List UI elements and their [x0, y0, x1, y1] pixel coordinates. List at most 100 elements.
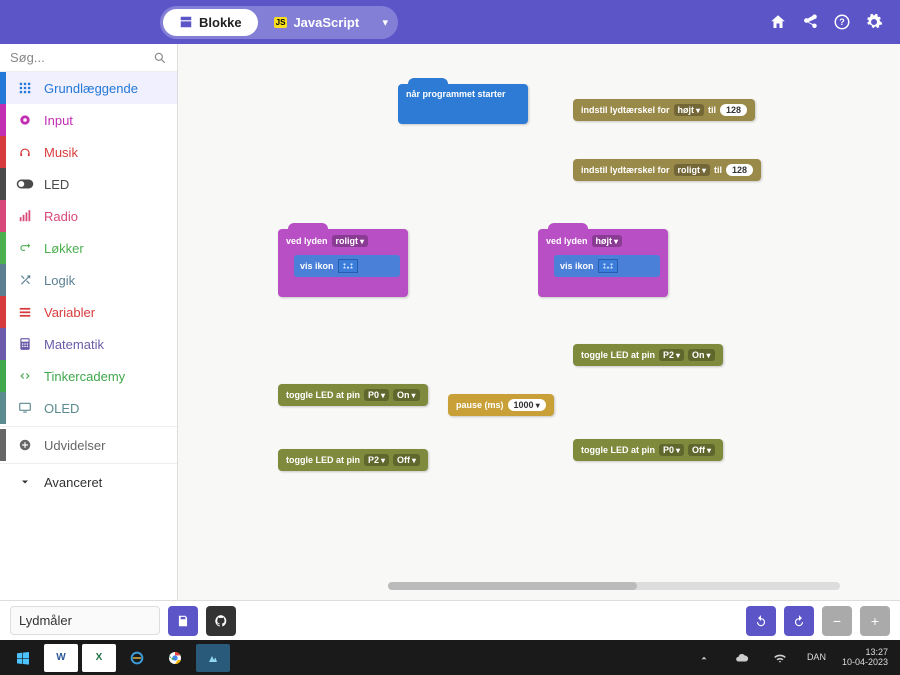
monitor-icon [16, 399, 34, 417]
state-dropdown[interactable]: On [393, 389, 420, 401]
block-pause[interactable]: pause (ms) 1000 [448, 394, 554, 416]
share-icon[interactable] [794, 6, 826, 38]
advanced-label: Avanceret [44, 475, 102, 490]
state-dropdown[interactable]: On [688, 349, 715, 361]
tray-cloud-icon[interactable] [725, 644, 759, 672]
search-placeholder: Søg... [10, 50, 153, 65]
block-set-sound-threshold-quiet[interactable]: indstil lydtærskel for roligt til 128 [573, 159, 761, 181]
category-item[interactable]: Logik [0, 264, 177, 296]
undo-button[interactable] [746, 606, 776, 636]
block-label: vis ikon [560, 261, 594, 271]
category-item[interactable]: Radio [0, 200, 177, 232]
block-label: toggle LED at pin [286, 455, 360, 465]
category-label: Løkker [44, 241, 84, 256]
pause-value-dropdown[interactable]: 1000 [508, 399, 546, 411]
start-button[interactable] [6, 644, 40, 672]
zoom-out-button[interactable]: − [822, 606, 852, 636]
tray-up-icon[interactable] [687, 644, 721, 672]
category-item[interactable]: Grundlæggende [0, 72, 177, 104]
lines-icon [16, 303, 34, 321]
workspace-scrollbar[interactable] [388, 582, 840, 590]
settings-icon[interactable] [858, 6, 890, 38]
taskbar-excel-icon[interactable]: X [82, 644, 116, 672]
blocks-view-button[interactable]: Blokke [163, 9, 258, 36]
category-item[interactable]: Input [0, 104, 177, 136]
block-label: vis ikon [300, 261, 334, 271]
javascript-view-button[interactable]: JS JavaScript [258, 9, 376, 36]
search-icon [153, 51, 167, 65]
category-item[interactable]: Musik [0, 136, 177, 168]
icon-dropdown[interactable] [598, 259, 618, 273]
tray-language[interactable]: DAN [801, 653, 832, 663]
category-item[interactable]: Tinkercademy [0, 360, 177, 392]
github-button[interactable] [206, 606, 236, 636]
search-input[interactable]: Søg... [0, 44, 177, 72]
js-icon: JS [274, 17, 288, 28]
taskbar-chrome-icon[interactable] [158, 644, 192, 672]
pin-dropdown[interactable]: P0 [364, 389, 389, 401]
block-label: ved lyden [286, 236, 328, 246]
icon-dropdown[interactable] [338, 259, 358, 273]
category-item[interactable]: Variabler [0, 296, 177, 328]
project-name-input[interactable]: Lydmåler [10, 606, 160, 635]
blocks-workspace[interactable]: når programmet starter indstil lydtærske… [178, 44, 900, 600]
state-dropdown[interactable]: Off [688, 444, 715, 456]
top-toolbar: Blokke JS JavaScript ▾ ? [0, 0, 900, 44]
category-label: Matematik [44, 337, 104, 352]
tray-wifi-icon[interactable] [763, 644, 797, 672]
level-dropdown[interactable]: højt [674, 104, 705, 116]
block-show-icon[interactable]: vis ikon [554, 255, 660, 277]
tray-clock[interactable]: 13:27 10-04-2023 [836, 648, 894, 668]
block-label: indstil lydtærskel for [581, 165, 670, 175]
block-show-icon[interactable]: vis ikon [294, 255, 400, 277]
block-toggle-led-p0-off[interactable]: toggle LED at pin P0 Off [573, 439, 723, 461]
svg-text:?: ? [839, 17, 845, 27]
category-item[interactable]: Løkker [0, 232, 177, 264]
category-sidebar: Søg... GrundlæggendeInput Musik LED Radio Lø… [0, 44, 178, 600]
loop-icon [16, 239, 34, 257]
block-toggle-led-p0-on[interactable]: toggle LED at pin P0 On [278, 384, 428, 406]
category-label: LED [44, 177, 69, 192]
block-toggle-led-p2-off[interactable]: toggle LED at pin P2 Off [278, 449, 428, 471]
taskbar-word-icon[interactable]: W [44, 644, 78, 672]
block-label: til [714, 165, 722, 175]
block-label: ved lyden [546, 236, 588, 246]
calc-icon [16, 335, 34, 353]
tray-date: 10-04-2023 [842, 658, 888, 668]
block-on-sound-quiet[interactable]: ved lyden roligt vis ikon [278, 229, 408, 297]
pin-dropdown[interactable]: P0 [659, 444, 684, 456]
level-dropdown[interactable]: roligt [674, 164, 711, 176]
category-item[interactable]: Matematik [0, 328, 177, 360]
zoom-in-button[interactable]: + [860, 606, 890, 636]
javascript-view-label: JavaScript [293, 15, 359, 30]
home-icon[interactable] [762, 6, 794, 38]
block-label: pause (ms) [456, 400, 504, 410]
circle-dot-icon [16, 111, 34, 129]
bottom-toolbar: Lydmåler − + [0, 600, 900, 640]
sound-level-dropdown[interactable]: roligt [332, 235, 369, 247]
block-on-sound-loud[interactable]: ved lyden højt vis ikon [538, 229, 668, 297]
value-field[interactable]: 128 [720, 104, 747, 116]
pin-dropdown[interactable]: P2 [659, 349, 684, 361]
view-dropdown-caret[interactable]: ▾ [375, 16, 395, 29]
save-button[interactable] [168, 606, 198, 636]
value-field[interactable]: 128 [726, 164, 753, 176]
help-icon[interactable]: ? [826, 6, 858, 38]
block-set-sound-threshold-high[interactable]: indstil lydtærskel for højt til 128 [573, 99, 755, 121]
taskbar-app-icon[interactable] [196, 644, 230, 672]
sound-level-dropdown[interactable]: højt [592, 235, 623, 247]
category-label: Radio [44, 209, 78, 224]
block-on-start[interactable]: når programmet starter [398, 84, 528, 124]
taskbar-ie-icon[interactable] [120, 644, 154, 672]
block-toggle-led-p2-on[interactable]: toggle LED at pin P2 On [573, 344, 723, 366]
category-item[interactable]: OLED [0, 392, 177, 424]
advanced-toggle[interactable]: Avanceret [0, 466, 177, 498]
category-item[interactable]: Udvidelser [0, 429, 177, 461]
pin-dropdown[interactable]: P2 [364, 454, 389, 466]
toggle-icon [16, 175, 34, 193]
category-label: Musik [44, 145, 78, 160]
redo-button[interactable] [784, 606, 814, 636]
category-label: Variabler [44, 305, 95, 320]
state-dropdown[interactable]: Off [393, 454, 420, 466]
category-item[interactable]: LED [0, 168, 177, 200]
